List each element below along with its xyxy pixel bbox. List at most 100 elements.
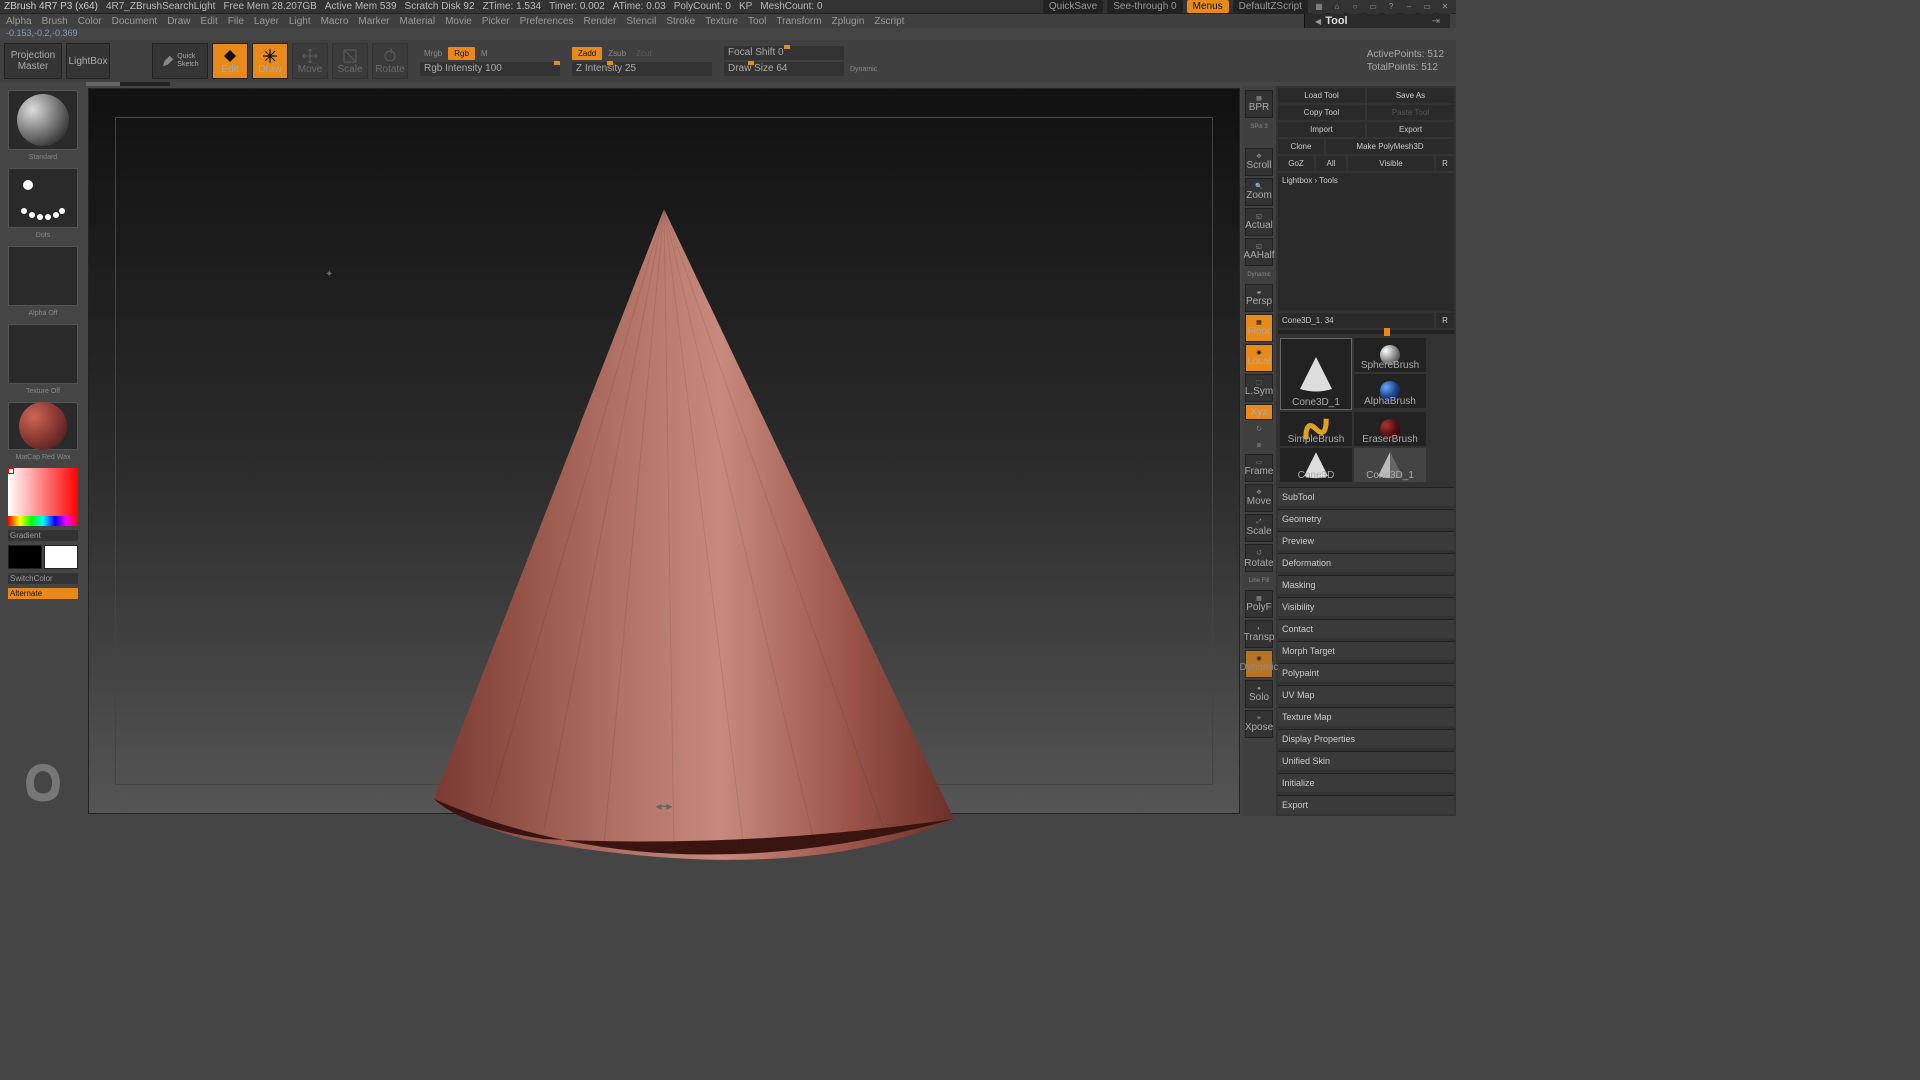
canvas-arrows-icon[interactable]: ◀━▶ [655,802,672,811]
goz-visible-button[interactable]: Visible [1348,156,1434,171]
goz-button[interactable]: GoZ [1278,156,1314,171]
orbit-icon[interactable]: ⭮ [1245,422,1273,436]
menu-render[interactable]: Render [584,16,617,27]
lightbox-tools-link[interactable]: Lightbox › Tools [1278,173,1454,311]
doc-icon[interactable]: ▭ [1366,0,1380,14]
menu-texture[interactable]: Texture [705,16,738,27]
bpr-button[interactable]: ▦BPR [1245,90,1273,118]
switch-color-button[interactable]: SwitchColor [8,573,78,584]
section-contact[interactable]: Contact [1278,619,1454,638]
current-tool-name[interactable]: Cone3D_1. 34 [1278,313,1434,328]
alpha-selector[interactable]: Alpha Off [8,246,78,306]
goz-all-button[interactable]: All [1316,156,1346,171]
draw-size-slider[interactable]: Draw Size 64 [724,62,844,76]
z-intensity-slider[interactable]: Z Intensity 25 [572,62,712,76]
menu-brush[interactable]: Brush [42,16,68,27]
copy-tool-button[interactable]: Copy Tool [1278,105,1365,120]
zcut-toggle[interactable]: Zcut [632,47,656,60]
section-initialize[interactable]: Initialize [1278,773,1454,792]
xyz-button[interactable]: Xyz [1245,404,1273,420]
minimize-icon[interactable]: – [1402,0,1416,14]
scale-mode-button[interactable]: Scale [332,43,368,79]
quick-sketch-button[interactable]: Quick Sketch [152,43,208,79]
section-geometry[interactable]: Geometry [1278,509,1454,528]
paste-tool-button[interactable]: Paste Tool [1367,105,1454,120]
edit-mode-button[interactable]: Edit [212,43,248,79]
alternate-button[interactable]: Alternate [8,588,78,599]
menu-color[interactable]: Color [78,16,102,27]
lsym-button[interactable]: ⬚L.Sym [1245,374,1273,402]
secondary-color-swatch[interactable] [8,545,42,569]
material-selector[interactable]: MatCap Red Wax [8,402,78,450]
save-as-button[interactable]: Save As [1367,88,1454,103]
frame-button[interactable]: ▭Frame [1245,454,1273,482]
section-display-properties[interactable]: Display Properties [1278,729,1454,748]
section-uv-map[interactable]: UV Map [1278,685,1454,704]
nav-scale-button[interactable]: ⤢Scale [1245,514,1273,542]
texture-selector[interactable]: Texture Off [8,324,78,384]
nav-rotate-button[interactable]: ⭯Rotate [1245,544,1273,572]
orbit-center-icon[interactable]: ⊚ [1245,438,1273,452]
zsub-toggle[interactable]: Zsub [604,47,630,60]
default-zscript[interactable]: DefaultZScript [1233,0,1308,13]
tool-thumb-current[interactable]: Cone3D_1 [1280,338,1352,410]
dot-icon[interactable]: ○ [1348,0,1362,14]
menu-edit[interactable]: Edit [201,16,218,27]
section-polypaint[interactable]: Polypaint [1278,663,1454,682]
viewport-layout-icon[interactable]: ▦ [1312,0,1326,14]
tool-thumb-eraser[interactable]: EraserBrush [1354,412,1426,446]
zadd-toggle[interactable]: Zadd [572,47,602,60]
menu-document[interactable]: Document [112,16,158,27]
import-button[interactable]: Import [1278,122,1365,137]
tool-thumb-cone3d-1[interactable]: Cone3D_1 [1354,448,1426,482]
menu-tool[interactable]: Tool [748,16,766,27]
color-picker[interactable] [8,468,78,526]
export-button[interactable]: Export [1367,122,1454,137]
persp-dynamic-toggle[interactable]: Dynamic [1245,268,1273,282]
menu-stencil[interactable]: Stencil [626,16,656,27]
quicksave-button[interactable]: QuickSave [1043,0,1103,13]
section-preview[interactable]: Preview [1278,531,1454,550]
section-subtool[interactable]: SubTool [1278,487,1454,506]
tool-thumb-alpha[interactable]: AlphaBrush [1354,374,1426,408]
tool-thumb-cone3d[interactable]: Cone3D [1280,448,1352,482]
dynamic-button[interactable]: ◉Dynamic [1245,650,1273,678]
spix-readout[interactable]: SPix 3 [1245,120,1273,134]
tool-thumb-simple[interactable]: SimpleBrush [1280,412,1352,446]
transp-button[interactable]: ◐Transp [1245,620,1273,648]
load-tool-button[interactable]: Load Tool [1278,88,1365,103]
section-morph-target[interactable]: Morph Target [1278,641,1454,660]
section-masking[interactable]: Masking [1278,575,1454,594]
tool-r-button[interactable]: R [1436,313,1454,328]
projection-master-button[interactable]: Projection Master [4,43,62,79]
menu-draw[interactable]: Draw [167,16,190,27]
persp-button[interactable]: ▰Persp [1245,284,1273,312]
make-polymesh-button[interactable]: Make PolyMesh3D [1326,139,1454,154]
help-icon[interactable]: ? [1384,0,1398,14]
tool-thumb-sphere[interactable]: SphereBrush [1354,338,1426,372]
restore-icon[interactable]: ▭ [1420,0,1434,14]
goz-r-button[interactable]: R [1436,156,1454,171]
seethrough-slider[interactable]: See-through 0 [1107,0,1182,13]
close-icon[interactable]: ✕ [1438,0,1452,14]
xpose-button[interactable]: ☀Xpose [1245,710,1273,738]
menu-macro[interactable]: Macro [321,16,349,27]
rgb-intensity-slider[interactable]: Rgb Intensity 100 [420,62,560,76]
floor-button[interactable]: ▦Floor [1245,314,1273,342]
solo-button[interactable]: ●Solo [1245,680,1273,708]
focal-shift-slider[interactable]: Focal Shift 0 [724,46,844,60]
section-export[interactable]: Export [1278,795,1454,814]
local-button[interactable]: ◉Local [1245,344,1273,372]
scroll-button[interactable]: ✥Scroll [1245,148,1273,176]
menu-alpha[interactable]: Alpha [6,16,32,27]
zoom-button[interactable]: 🔍Zoom [1245,178,1273,206]
primary-color-swatch[interactable] [44,545,78,569]
rgb-toggle[interactable]: Rgb [448,47,475,60]
menu-zscript[interactable]: Zscript [874,16,904,27]
menu-movie[interactable]: Movie [445,16,472,27]
menu-light[interactable]: Light [289,16,311,27]
move-mode-button[interactable]: Move [292,43,328,79]
menu-picker[interactable]: Picker [482,16,510,27]
menu-material[interactable]: Material [400,16,436,27]
lightbox-button[interactable]: LightBox [66,43,110,79]
